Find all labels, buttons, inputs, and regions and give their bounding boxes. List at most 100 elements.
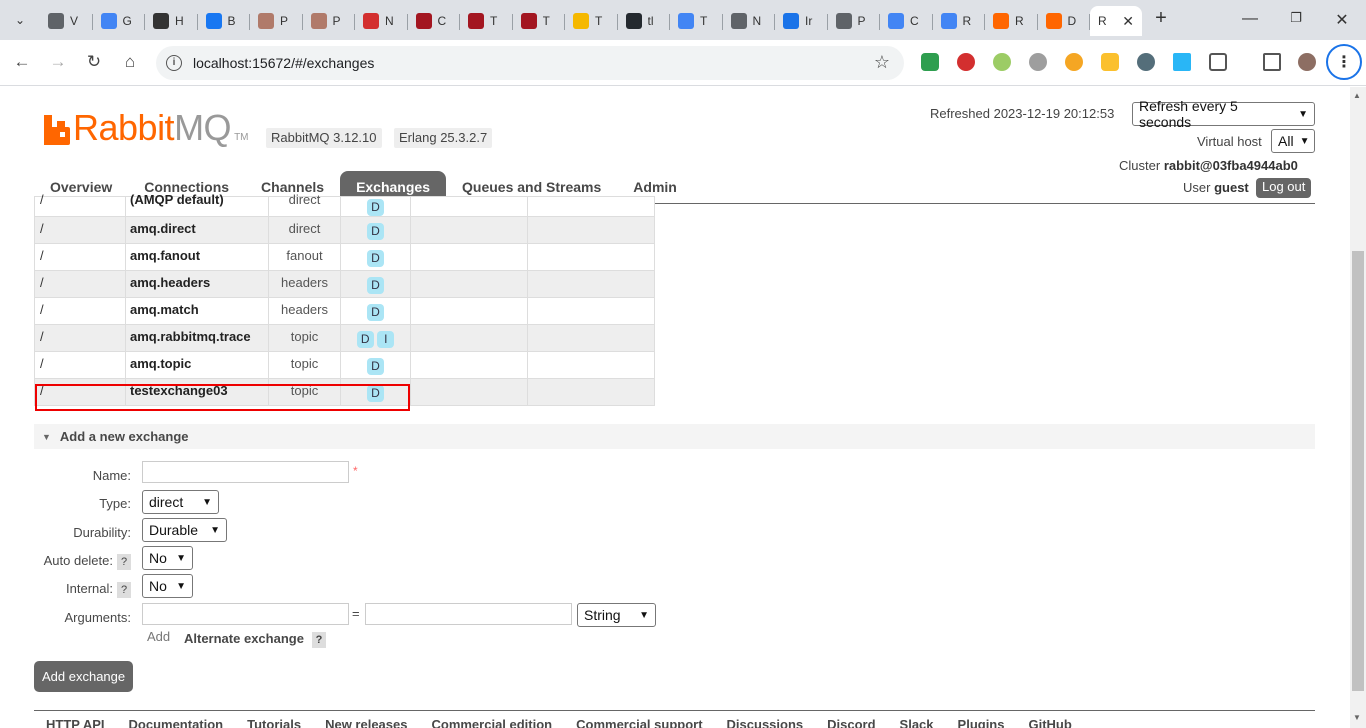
extensions-puzzle-icon[interactable] bbox=[1209, 53, 1227, 71]
add-argument-link[interactable]: Add bbox=[147, 629, 170, 644]
browser-tab[interactable]: B bbox=[198, 6, 251, 36]
exchange-name-link[interactable]: amq.rabbitmq.trace bbox=[125, 324, 269, 352]
refresh-interval-select[interactable]: Refresh every 5 seconds ▼ bbox=[1132, 98, 1315, 130]
profile-avatar[interactable] bbox=[1298, 53, 1316, 71]
tab-close-icon[interactable]: ✕ bbox=[1122, 13, 1134, 30]
browser-tab[interactable]: P bbox=[303, 6, 356, 36]
tab-favicon-icon bbox=[205, 13, 222, 29]
alternate-exchange-help-icon[interactable]: ? bbox=[311, 632, 326, 648]
argument-type-select[interactable]: String ▼ bbox=[577, 603, 656, 627]
browser-tab[interactable]: R bbox=[933, 6, 986, 36]
exchange-type-select[interactable]: direct ▼ bbox=[142, 490, 219, 514]
browser-tab[interactable]: T bbox=[670, 6, 723, 36]
browser-tab[interactable]: C bbox=[408, 6, 461, 36]
browser-tab[interactable]: P bbox=[828, 6, 881, 36]
add-exchange-section-toggle[interactable]: ▼ Add a new exchange bbox=[34, 424, 1315, 449]
browser-tab[interactable]: C bbox=[880, 6, 933, 36]
browser-tab[interactable]: G bbox=[93, 6, 146, 36]
browser-tab[interactable]: T bbox=[513, 6, 566, 36]
browser-tab[interactable]: D bbox=[1038, 6, 1091, 36]
logout-button[interactable]: Log out bbox=[1256, 178, 1312, 198]
footer-link[interactable]: Documentation bbox=[129, 717, 224, 728]
exchange-name-link[interactable]: amq.topic bbox=[125, 351, 269, 379]
durability-select[interactable]: Durable ▼ bbox=[142, 518, 227, 542]
rabbitmq-version-badge: RabbitMQ 3.12.10 bbox=[266, 128, 382, 148]
exchange-name-link[interactable]: amq.match bbox=[125, 297, 269, 325]
refreshed-timestamp: Refreshed 2023-12-19 20:12:53 bbox=[930, 106, 1115, 121]
logo-trademark: TM bbox=[234, 132, 249, 143]
virtual-host-select[interactable]: All ▼ bbox=[1271, 129, 1315, 153]
logo-text: RabbitMQ bbox=[73, 107, 232, 148]
footer-link[interactable]: HTTP API bbox=[46, 717, 105, 728]
site-info-icon[interactable]: i bbox=[166, 55, 182, 71]
feature-badge: D bbox=[367, 199, 384, 216]
exchange-name-link[interactable]: amq.headers bbox=[125, 270, 269, 298]
browser-menu-icon[interactable]: ⋮ bbox=[1326, 44, 1362, 80]
footer-link[interactable]: New releases bbox=[325, 717, 407, 728]
circle-extension-icon[interactable] bbox=[993, 53, 1011, 71]
message-rate-in-cell bbox=[410, 351, 528, 379]
browser-tab[interactable]: H bbox=[145, 6, 198, 36]
gray-extension-icon[interactable] bbox=[1029, 53, 1047, 71]
exchanges-table: / (AMQP default) direct D / amq.direct direct D… bbox=[34, 193, 655, 406]
window-close-icon[interactable]: ✕ bbox=[1332, 10, 1352, 30]
bookmark-star-icon[interactable]: ☆ bbox=[874, 52, 890, 73]
moon-extension-icon[interactable] bbox=[1065, 53, 1083, 71]
required-mark: * bbox=[353, 464, 358, 478]
shield-extension-icon[interactable] bbox=[921, 53, 939, 71]
exchange-name-link[interactable]: (AMQP default) bbox=[125, 193, 269, 217]
home-icon[interactable]: ⌂ bbox=[120, 52, 140, 72]
scroll-down-icon[interactable]: ▼ bbox=[1353, 713, 1361, 722]
footer-link[interactable]: Discord bbox=[827, 717, 875, 728]
argument-value-input[interactable] bbox=[365, 603, 572, 625]
footer-link[interactable]: Tutorials bbox=[247, 717, 301, 728]
side-panel-icon[interactable] bbox=[1263, 53, 1281, 71]
exchange-name-input[interactable] bbox=[142, 461, 349, 483]
browser-tab[interactable]: T bbox=[565, 6, 618, 36]
auto-delete-value: No bbox=[149, 550, 167, 566]
internal-help-icon[interactable]: ? bbox=[117, 582, 131, 598]
pointer-extension-icon[interactable] bbox=[1137, 53, 1155, 71]
argument-key-input[interactable] bbox=[142, 603, 349, 625]
adblock-extension-icon[interactable] bbox=[957, 53, 975, 71]
scrollbar-thumb[interactable] bbox=[1352, 251, 1364, 691]
browser-tab[interactable]: R bbox=[985, 6, 1038, 36]
address-bar[interactable]: i localhost:15672/#/exchanges ☆ bbox=[156, 46, 904, 80]
exchange-name-link[interactable]: amq.direct bbox=[125, 216, 269, 244]
footer-link[interactable]: GitHub bbox=[1028, 717, 1071, 728]
footer-link[interactable]: Commercial support bbox=[576, 717, 702, 728]
browser-tab[interactable]: T bbox=[460, 6, 513, 36]
footer-link[interactable]: Commercial edition bbox=[431, 717, 552, 728]
browser-tab-active[interactable]: R ✕ bbox=[1090, 6, 1142, 36]
internal-select[interactable]: No ▼ bbox=[142, 574, 193, 598]
browser-tab[interactable]: tl bbox=[618, 6, 671, 36]
auto-delete-help-icon[interactable]: ? bbox=[117, 554, 131, 570]
back-icon[interactable]: ← bbox=[12, 52, 32, 72]
alternate-exchange-link[interactable]: Alternate exchange? bbox=[184, 631, 326, 648]
keep-extension-icon[interactable] bbox=[1101, 53, 1119, 71]
page-scrollbar[interactable]: ▲ ▼ bbox=[1350, 87, 1366, 728]
auto-delete-select[interactable]: No ▼ bbox=[142, 546, 193, 570]
reload-icon[interactable]: ↻ bbox=[84, 52, 104, 72]
scroll-up-icon[interactable]: ▲ bbox=[1353, 91, 1361, 100]
url-text[interactable]: localhost:15672/#/exchanges bbox=[193, 55, 374, 71]
browser-tab[interactable]: N bbox=[723, 6, 776, 36]
add-exchange-button[interactable]: Add exchange bbox=[34, 661, 134, 692]
erlang-version-badge: Erlang 25.3.2.7 bbox=[394, 128, 493, 148]
tab-search-icon[interactable]: ⌄ bbox=[8, 8, 32, 32]
footer-link[interactable]: Discussions bbox=[727, 717, 804, 728]
tab-title: T bbox=[595, 14, 603, 28]
footer-link[interactable]: Plugins bbox=[958, 717, 1005, 728]
browser-tab[interactable]: P bbox=[250, 6, 303, 36]
forward-icon[interactable]: → bbox=[48, 52, 68, 72]
window-extension-icon[interactable] bbox=[1173, 53, 1191, 71]
restore-icon[interactable]: ❐ bbox=[1286, 10, 1306, 26]
browser-tab[interactable]: V bbox=[40, 6, 93, 36]
exchange-name-link[interactable]: amq.fanout bbox=[125, 243, 269, 271]
browser-tab[interactable]: N bbox=[355, 6, 408, 36]
browser-tab[interactable]: Ir bbox=[775, 6, 828, 36]
new-tab-icon[interactable]: + bbox=[1150, 8, 1172, 30]
footer-link[interactable]: Slack bbox=[900, 717, 934, 728]
feature-badge: D bbox=[367, 304, 384, 321]
minimize-icon[interactable]: — bbox=[1240, 10, 1260, 28]
